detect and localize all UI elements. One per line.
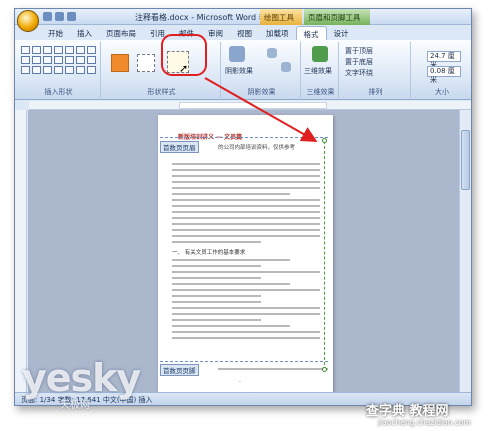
brace-shape-icon[interactable] (65, 56, 74, 64)
vertical-ruler[interactable] (15, 110, 27, 393)
tab-home[interactable]: 开始 (41, 26, 70, 40)
group-label-insert-shapes: 插入形状 (44, 88, 73, 96)
freeform-shape-icon[interactable] (43, 56, 52, 64)
tab-page-layout[interactable]: 页面布局 (99, 26, 143, 40)
context-tab-header-footer-tools: 页眉和页脚工具 (304, 9, 370, 25)
dashed-outline-style[interactable] (137, 54, 155, 72)
text-wrapping-button[interactable]: 文字环绕 (345, 68, 373, 78)
group-insert-shapes: 插入形状 (17, 42, 101, 98)
star-burst-shape-icon[interactable] (76, 66, 85, 74)
tab-format[interactable]: 格式 (295, 26, 327, 40)
group-label-3d-effects: 三维效果 (306, 88, 335, 96)
shadow-toggle-icon[interactable] (281, 62, 291, 72)
body-paragraph-2 (172, 259, 320, 343)
more-shapes-icon[interactable] (87, 56, 96, 64)
save-icon[interactable] (43, 12, 52, 21)
section-heading: 一、 有关文员工作的基本要求 (172, 250, 246, 256)
line-shape-icon[interactable] (43, 46, 52, 54)
yesky-watermark: yesky (22, 356, 141, 400)
group-label-size: 大小 (435, 88, 449, 96)
screenshot-stage: 注释看格.docx - Microsoft Word 非商业用途 绘图工具 页眉… (0, 0, 500, 431)
textbox-shape-icon[interactable] (32, 46, 41, 54)
shape-gallery[interactable] (21, 46, 96, 74)
first-page-header-tag: 首数页页眉 (160, 141, 199, 153)
site-watermark-url: jiaocheng.chazidian.com (378, 418, 471, 427)
group-3d-effects: 三维效果 三维效果 (303, 42, 339, 98)
header-text: 的公司内部培训资料，仅供参考 (218, 145, 296, 151)
ruler-active-zone (179, 102, 327, 109)
mouse-cursor-icon: ➚ (179, 62, 189, 75)
horizontal-ruler[interactable] (29, 101, 471, 110)
redo-icon[interactable] (67, 12, 76, 21)
triangle-shape-icon[interactable] (87, 46, 96, 54)
footer-text (218, 368, 328, 374)
office-button[interactable] (17, 10, 39, 32)
bracket-shape-icon[interactable] (54, 56, 63, 64)
shape-height-input[interactable]: 24.7 厘米 (427, 51, 461, 69)
quick-access-toolbar (43, 12, 76, 21)
group-label-arrange: 排列 (368, 88, 383, 96)
ribbon: 插入形状 形状样式 阴影效果 阴影效果 三维效果 三维效果 置于顶层 置于底层 … (15, 40, 471, 100)
corner-shape-icon[interactable] (32, 56, 41, 64)
group-label-shape-styles: 形状样式 (147, 88, 176, 96)
callout-shape-icon[interactable] (21, 66, 30, 74)
wave-shape-icon[interactable] (43, 66, 52, 74)
shape-width-input[interactable]: 0.08 厘米 (427, 66, 461, 84)
tab-addins[interactable]: 加载项 (259, 26, 296, 40)
line-bottom-handle[interactable] (322, 367, 327, 372)
context-tab-drawing-tools: 绘图工具 (260, 9, 302, 25)
undo-icon[interactable] (55, 12, 64, 21)
group-label-shadow-effects: 阴影效果 (247, 88, 276, 96)
first-page-footer-tag: 首数页页脚 (160, 364, 199, 376)
document-page[interactable]: 新版培训讲义 — 文员篇 首数页页眉 的公司内部培训资料，仅供参考 一、 有关文… (158, 115, 333, 393)
group-size: 24.7 厘米 0.08 厘米 大小 (413, 42, 471, 98)
group-arrange: 置于顶层 置于底层 文字环绕 排列 (341, 42, 411, 98)
bracket-right-shape-icon[interactable] (65, 66, 74, 74)
document-canvas[interactable]: 新版培训讲义 — 文员篇 首数页页眉 的公司内部培训资料，仅供参考 一、 有关文… (28, 110, 460, 393)
shadow-nudge-icon[interactable] (267, 48, 277, 58)
line-top-handle[interactable] (322, 138, 327, 143)
yesky-watermark-sub: 天极网 (60, 400, 90, 411)
three-d-effects-icon[interactable] (312, 46, 328, 62)
star-shape-icon[interactable] (76, 56, 85, 64)
bracket-left-shape-icon[interactable] (54, 66, 63, 74)
tab-view[interactable]: 视图 (230, 26, 259, 40)
footer-boundary (160, 361, 328, 362)
header-boundary (160, 137, 328, 138)
edit-shape-icon[interactable] (87, 66, 96, 74)
curve-shape-icon[interactable] (32, 66, 41, 74)
arrow-shape-icon[interactable] (54, 46, 63, 54)
three-d-effects-button[interactable]: 三维效果 (304, 66, 332, 76)
square-shape-icon[interactable] (65, 46, 74, 54)
scrollbar-thumb[interactable] (461, 130, 470, 190)
orange-fill-style[interactable] (111, 54, 129, 72)
word-window: 注释看格.docx - Microsoft Word 非商业用途 绘图工具 页眉… (14, 8, 472, 406)
body-paragraph-1 (172, 163, 320, 247)
title-bar: 注释看格.docx - Microsoft Word 非商业用途 绘图工具 页眉… (15, 9, 471, 25)
send-to-back-button[interactable]: 置于底层 (345, 57, 373, 67)
group-shadow-effects: 阴影效果 阴影效果 (223, 42, 301, 98)
shadow-effects-icon[interactable] (229, 46, 245, 62)
tab-review[interactable]: 审阅 (201, 26, 230, 40)
triangle-shape-icon[interactable] (21, 56, 30, 64)
tab-insert[interactable]: 插入 (70, 26, 99, 40)
rectangle-shape-icon[interactable] (21, 46, 30, 54)
selected-line-shape[interactable] (324, 141, 331, 370)
vertical-scrollbar[interactable] (459, 110, 471, 393)
site-watermark: 查字典 教程网 (366, 404, 449, 419)
circle-shape-icon[interactable] (76, 46, 85, 54)
page-number-mark: · (239, 379, 241, 386)
bring-to-front-button[interactable]: 置于顶层 (345, 46, 373, 56)
tab-design[interactable]: 设计 (327, 26, 356, 40)
shadow-effects-button[interactable]: 阴影效果 (225, 66, 253, 76)
